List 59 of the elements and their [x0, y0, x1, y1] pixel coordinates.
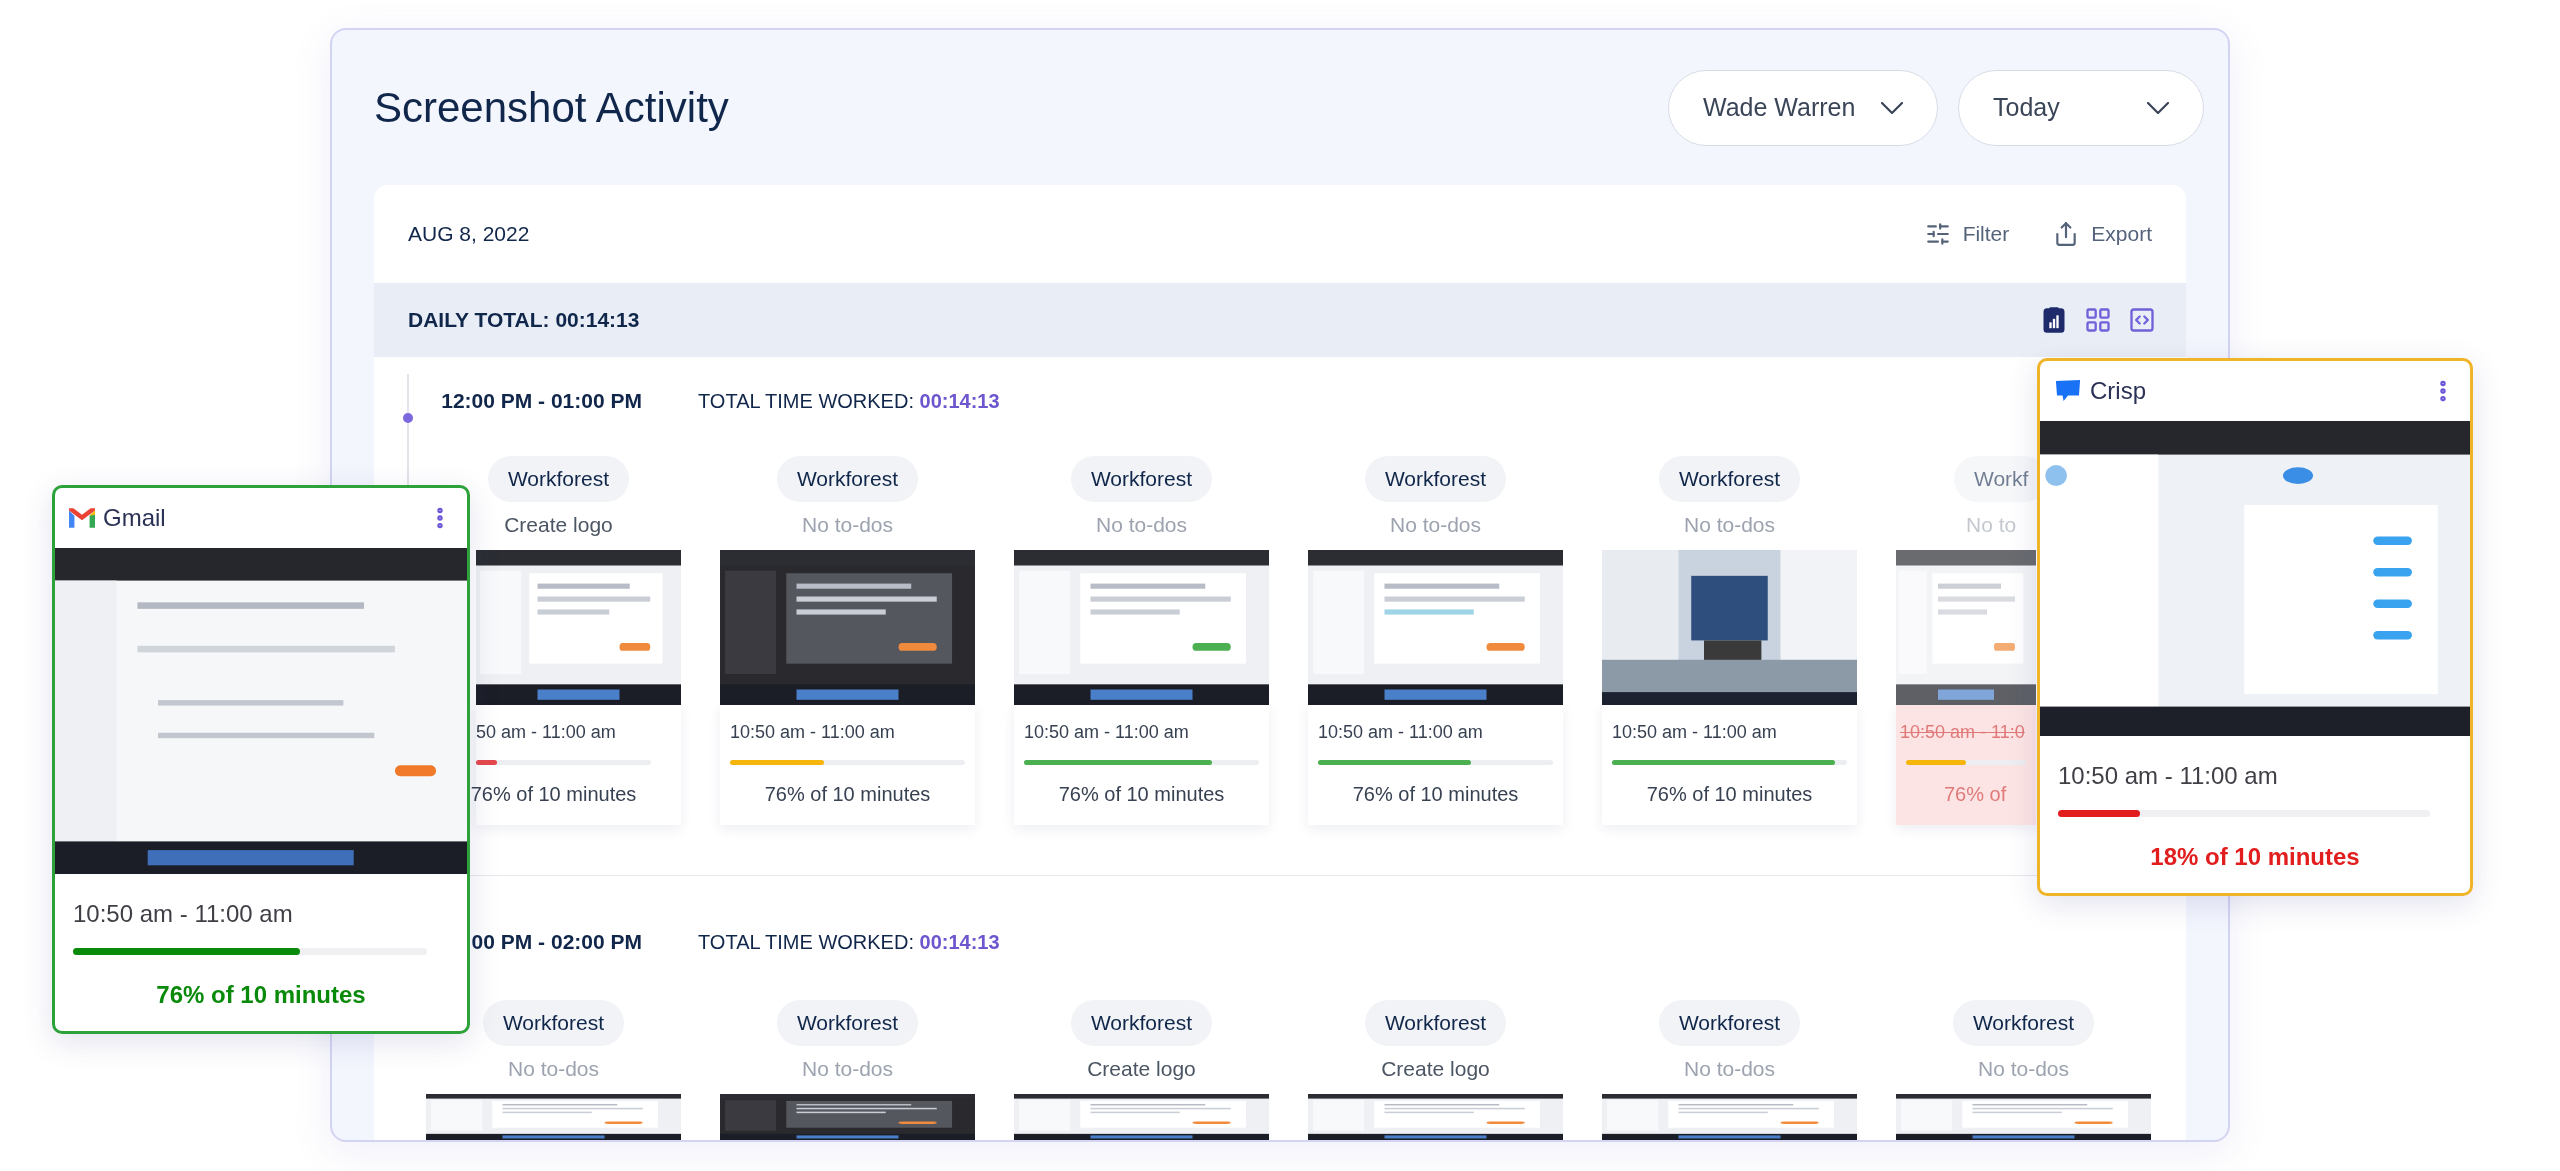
percent-label: 76% of 10 minutes [764, 782, 931, 807]
project-tag: Workforest [482, 1000, 625, 1046]
app-name: Crisp [2090, 376, 2146, 406]
grid-view-button[interactable] [2084, 306, 2112, 334]
project-tag: Workforest [1364, 456, 1507, 502]
todo-label: Create logo [1381, 1056, 1490, 1083]
date-label: AUG 8, 2022 [408, 221, 530, 248]
project-tag: Workforest [1952, 1000, 2095, 1046]
todo-label: No to-dos [1683, 512, 1775, 539]
percent-label: 76% of 10 minutes [470, 782, 637, 807]
filter-dropdown[interactable]: Wade Warren [1668, 69, 1938, 146]
todo-label: No to [1966, 512, 2017, 539]
app-name: Gmail [103, 503, 166, 533]
percent-label: 76% of 10 minutes [1058, 782, 1225, 807]
project-tag: Workforest [1658, 456, 1801, 502]
code-view-button[interactable] [2128, 306, 2156, 334]
todo-label: Create logo [1087, 1056, 1196, 1083]
percent-label: 76% of [1943, 782, 2008, 807]
project-tag: Workforest [487, 456, 630, 502]
todo-label: No to-dos [1977, 1056, 2069, 1083]
todo-label: No to-dos [1683, 1056, 1775, 1083]
mail-logo-icon [69, 508, 95, 528]
todo-label: No to-dos [801, 1056, 893, 1083]
project-tag: Workforest [776, 1000, 919, 1046]
total-time-worked: TOTAL TIME WORKED: 00:14:13 [698, 389, 1000, 414]
time-range: 50 am - 11:00 am [476, 721, 617, 744]
daily-total: DAILY TOTAL: 00:14:13 [408, 307, 640, 334]
toolbar-button[interactable]: Export [2053, 218, 2152, 250]
todo-label: No to-dos [1389, 512, 1481, 539]
page-title: Screenshot Activity [374, 83, 729, 133]
project-tag: Workforest [776, 456, 919, 502]
hour-range: 00 PM - 02:00 PM [471, 929, 642, 956]
toolbar-button[interactable]: Filter [1924, 218, 2010, 250]
time-range: 10:50 am - 11:00 am [729, 721, 896, 744]
time-range: 10:50 am - 11:00 am [1317, 721, 1484, 744]
hour-range: 12:00 PM - 01:00 PM [441, 388, 642, 415]
project-tag: Workforest [1364, 1000, 1507, 1046]
time-range: 10:50 am - 11:00 am [1611, 721, 1778, 744]
total-time-worked: TOTAL TIME WORKED: 00:14:13 [698, 930, 1000, 955]
todo-label: Create logo [504, 512, 613, 539]
percent-label: 76% of 10 minutes [1352, 782, 1519, 807]
todo-label: No to-dos [801, 512, 893, 539]
project-tag: Workforest [1658, 1000, 1801, 1046]
chat-bubble-icon [2054, 380, 2082, 402]
time-range: 10:50 am - 11:00 am [2058, 761, 2279, 791]
percent-label: 76% of 10 minutes [1646, 782, 1813, 807]
project-tag: Workforest [1070, 456, 1213, 502]
time-range: 10:50 am - 11:00 am [73, 899, 294, 929]
todo-label: No to-dos [1095, 512, 1187, 539]
percent-label: 18% of 10 minutes [2150, 842, 2360, 872]
project-tag: Workforest [1070, 1000, 1213, 1046]
sliders-icon [1924, 221, 1951, 247]
time-range: 10:50 am - 11:0 [1899, 721, 2026, 744]
percent-label: 76% of 10 minutes [156, 980, 366, 1010]
chevron-down-icon [1881, 101, 1903, 114]
filter-dropdown[interactable]: Today [1958, 69, 2204, 146]
chevron-down-icon [2147, 101, 2169, 114]
todo-label: No to-dos [507, 1056, 599, 1083]
time-range: 10:50 am - 11:00 am [1023, 721, 1190, 744]
